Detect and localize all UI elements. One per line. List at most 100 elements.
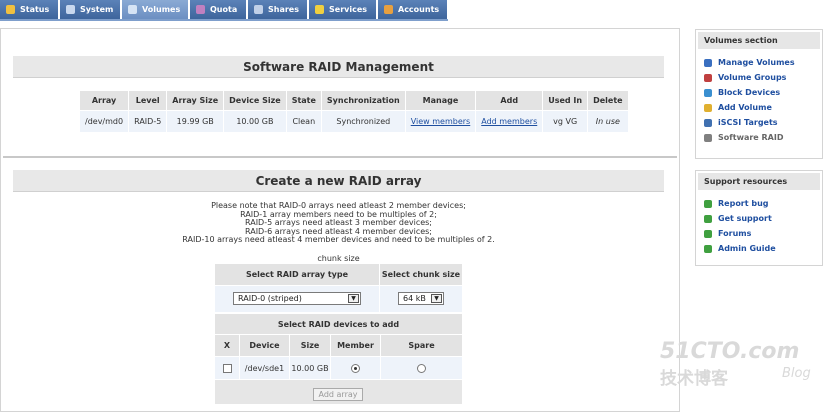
sidebar-item-label: Block Devices: [718, 88, 781, 97]
col-manage: Manage: [405, 91, 476, 110]
view-members-link[interactable]: View members: [411, 117, 471, 126]
tab-shares[interactable]: Shares: [248, 0, 308, 19]
col-device: Device: [240, 335, 289, 356]
sidebar-item-label: Get support: [718, 214, 772, 223]
chunk-size-caption: chunk size: [317, 254, 360, 263]
support-resources-title: Support resources: [698, 173, 820, 190]
devices-header: Select RAID devices to add: [215, 314, 462, 334]
accounts-icon: [384, 5, 393, 14]
sidebar-item-manage-volumes[interactable]: Manage Volumes: [696, 55, 822, 70]
member-cell: [331, 357, 380, 379]
chevron-down-icon: ▼: [348, 294, 359, 303]
raid-notes: Please note that RAID-0 arrays need atle…: [13, 201, 664, 245]
cell-array: /dev/md0: [80, 111, 129, 132]
cell-device: /dev/sde1: [240, 357, 289, 379]
chunk-size-cell: 64 kB ▼: [380, 286, 462, 312]
sidebar-item-label: Manage Volumes: [718, 58, 795, 67]
col-size: Size: [290, 335, 330, 356]
device-checkbox[interactable]: [222, 363, 232, 373]
sidebar-item-label: Software RAID: [718, 133, 784, 142]
cell-array-size: 19.99 GB: [167, 111, 224, 132]
raid-type-cell: RAID-0 (striped) ▼: [215, 286, 379, 312]
chunk-size-select[interactable]: 64 kB ▼: [398, 292, 444, 305]
tab-volumes[interactable]: Volumes: [122, 0, 189, 19]
sidebar-item-admin-guide[interactable]: Admin Guide: [696, 241, 822, 256]
sidebar-item-label: Volume Groups: [718, 73, 787, 82]
col-member: Member: [331, 335, 380, 356]
sidebar-item-label: Report bug: [718, 199, 769, 208]
chevron-down-icon: ▼: [431, 294, 442, 303]
col-state: State: [286, 91, 321, 110]
tab-quota[interactable]: Quota: [190, 0, 247, 19]
raid-management-heading: Software RAID Management: [13, 56, 664, 78]
col-level: Level: [129, 91, 167, 110]
add-members-link[interactable]: Add members: [481, 117, 537, 126]
cell-size: 10.00 GB: [290, 357, 330, 379]
iscsi-targets-icon: [704, 118, 712, 127]
col-device-size: Device Size: [224, 91, 286, 110]
watermark: 51CTO.com 技术博客 Blog: [660, 340, 820, 400]
sidebar-item-get-support[interactable]: Get support: [696, 211, 822, 226]
sidebar-item-add-volume[interactable]: Add Volume: [696, 100, 822, 115]
cell-add: Add members: [476, 111, 543, 132]
member-radio[interactable]: [351, 363, 360, 373]
tab-system-label: System: [80, 5, 114, 14]
col-array: Array: [80, 91, 129, 110]
volume-groups-icon: [704, 73, 712, 82]
tab-status[interactable]: Status: [0, 0, 59, 19]
tab-services[interactable]: Services: [309, 0, 377, 19]
sidebar-item-software-raid[interactable]: Software RAID: [696, 130, 822, 145]
tab-shares-label: Shares: [268, 5, 299, 14]
chunk-size-value: 64 kB: [403, 294, 426, 303]
col-add: Add: [476, 91, 543, 110]
system-icon: [66, 5, 75, 14]
sidebar-item-volume-groups[interactable]: Volume Groups: [696, 70, 822, 85]
device-select-cell: [215, 357, 239, 379]
raid-type-value: RAID-0 (striped): [238, 294, 302, 303]
col-array-size: Array Size: [167, 91, 224, 110]
cell-level: RAID-5: [129, 111, 167, 132]
services-icon: [315, 5, 324, 14]
raid-type-select[interactable]: RAID-0 (striped) ▼: [233, 292, 361, 305]
get-support-icon: [704, 214, 712, 223]
forums-icon: [704, 229, 712, 238]
tab-volumes-label: Volumes: [142, 5, 181, 14]
add-array-button[interactable]: Add array: [313, 388, 363, 401]
table-row: /dev/md0 RAID-5 19.99 GB 10.00 GB Clean …: [80, 111, 628, 132]
col-delete: Delete: [588, 91, 628, 110]
cell-state: Clean: [286, 111, 321, 132]
status-icon: [6, 5, 15, 14]
col-spare: Spare: [381, 335, 462, 356]
col-x: X: [215, 335, 239, 356]
volumes-section-title: Volumes section: [698, 32, 820, 49]
support-resources-box: Support resources Report bug Get support…: [695, 170, 823, 266]
sidebar-item-block-devices[interactable]: Block Devices: [696, 85, 822, 100]
volumes-section-box: Volumes section Manage Volumes Volume Gr…: [695, 29, 823, 159]
spare-radio[interactable]: [417, 363, 426, 373]
sidebar-item-iscsi-targets[interactable]: iSCSI Targets: [696, 115, 822, 130]
report-bug-icon: [704, 199, 712, 208]
raid-table-header: Array Level Array Size Device Size State…: [80, 91, 628, 110]
main-tab-bar: Status System Volumes Quota Shares Servi…: [0, 0, 828, 21]
cell-delete: In use: [588, 111, 628, 132]
cell-sync: Synchronized: [321, 111, 405, 132]
shares-icon: [254, 5, 263, 14]
sidebar-item-report-bug[interactable]: Report bug: [696, 196, 822, 211]
tab-system[interactable]: System: [60, 0, 121, 19]
create-raid-heading: Create a new RAID array: [13, 170, 664, 192]
raid-type-header: Select RAID array type: [215, 264, 379, 285]
block-devices-icon: [704, 88, 712, 97]
tab-bar-underline: [0, 19, 448, 21]
sidebar-item-label: iSCSI Targets: [718, 118, 778, 127]
raid-management-title: Software RAID Management: [243, 59, 434, 74]
note-line: RAID-10 arrays need atleast 4 member dev…: [182, 235, 495, 245]
section-divider: [3, 156, 677, 158]
spare-cell: [381, 357, 462, 379]
tab-accounts[interactable]: Accounts: [378, 0, 448, 19]
manage-volumes-icon: [704, 58, 712, 67]
sidebar-item-forums[interactable]: Forums: [696, 226, 822, 241]
volumes-icon: [128, 5, 137, 14]
tab-status-label: Status: [20, 5, 50, 14]
cell-used-in: vg VG: [543, 111, 588, 132]
watermark-line3: Blog: [782, 366, 811, 381]
